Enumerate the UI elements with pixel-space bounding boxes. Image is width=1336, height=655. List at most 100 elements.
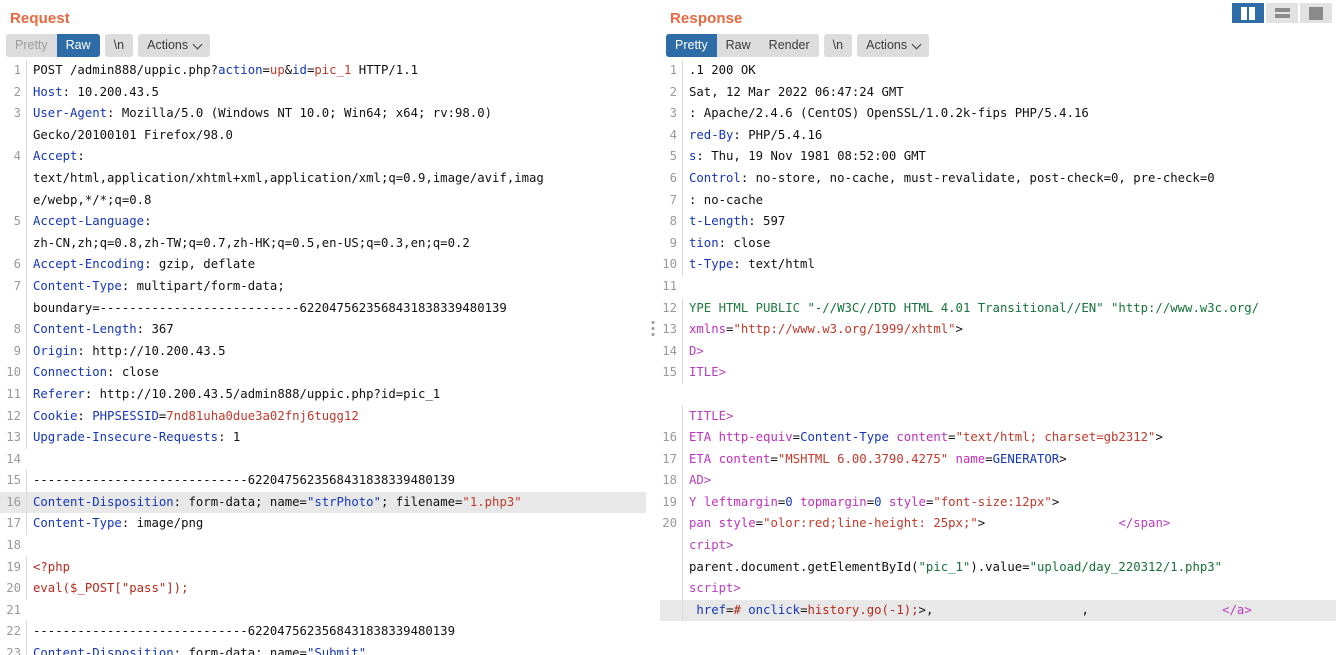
line-text: : no-cache: [682, 189, 1336, 212]
line-number: 16: [6, 494, 21, 509]
request-code-area[interactable]: 1 POST /admin888/uppic.php?action=up&id=p…: [0, 60, 646, 655]
tab-response-pretty[interactable]: Pretty: [666, 34, 717, 57]
token: : 1: [218, 430, 241, 445]
tab-request-pretty[interactable]: Pretty: [6, 34, 57, 57]
code-line: 11 Referer: http://10.200.43.5/admin888/u…: [0, 383, 646, 406]
request-panel-title: Request: [10, 10, 70, 27]
code-line: boundary=---------------------------6220…: [0, 297, 646, 320]
line-text: Cookie: PHPSESSID=7nd81uha0due3a02fnj6tu…: [26, 405, 646, 428]
code-line: 16 Content-Disposition: form-data; name="…: [0, 491, 646, 514]
token: up: [269, 63, 285, 77]
response-newline-toggle[interactable]: \n: [823, 34, 853, 57]
token: : multipart/form-data;: [121, 278, 285, 293]
token: : PHP/5.4.16: [733, 127, 823, 142]
line-number: 19: [6, 559, 21, 574]
code-line: 13 Upgrade-Insecure-Requests: 1: [0, 427, 646, 449]
token: POST /admin888/uppic.php?: [33, 63, 219, 77]
token: <?php: [33, 559, 71, 574]
response-panel: Response Pretty Raw Render \n Actions 1.…: [660, 0, 1336, 655]
request-actions-label: Actions: [147, 38, 189, 52]
token: =: [985, 451, 993, 466]
response-actions-label: Actions: [866, 38, 908, 52]
code-line: 19 <?php: [0, 556, 646, 579]
token: Accept: [33, 149, 78, 164]
line-number: 6: [669, 170, 677, 185]
token: action: [218, 63, 263, 77]
token: Content-Disposition: [33, 494, 174, 509]
line-text: tion: close: [682, 232, 1336, 255]
token: ; filename=: [380, 494, 463, 509]
response-code-area[interactable]: 1 .1 200 OK 2 Sat, 12 Mar 2022 06:47:24 GMT…: [660, 60, 1336, 655]
token: "font-size:12px": [933, 494, 1052, 509]
token: Control: [689, 170, 741, 185]
line-number: 3: [669, 106, 677, 121]
line-number: 5: [13, 214, 21, 229]
line-number: 18: [6, 538, 21, 553]
token: : close: [718, 235, 771, 250]
panel-split-handle[interactable]: [646, 0, 660, 655]
code-line: 5 s: Thu, 19 Nov 1981 08:52:00 GMT: [660, 146, 1336, 168]
token: =: [262, 63, 270, 77]
request-code-lines: 1 POST /admin888/uppic.php?action=up&id=p…: [0, 60, 646, 655]
code-line: 3 : Apache/2.4.6 (CentOS) OpenSSL/1.0.2k-…: [660, 103, 1336, 125]
line-text: User-Agent: Mozilla/5.0 (Windows NT 10.0…: [26, 103, 646, 125]
token: </a>: [1222, 602, 1252, 617]
response-actions-button[interactable]: Actions: [857, 34, 930, 57]
line-text: text/html,application/xhtml+xml,applicat…: [26, 167, 646, 190]
token: id: [292, 63, 307, 77]
request-actions-button[interactable]: Actions: [138, 34, 211, 57]
code-line: href=# onclick=history.go(-1);>, , </a>: [660, 599, 1336, 622]
token: Content-Type: [33, 516, 122, 531]
line-number: 10: [662, 257, 677, 272]
line-text: xmlns="http://www.w3.org/1999/xhtml">: [682, 319, 1336, 341]
line-text: s: Thu, 19 Nov 1981 08:52:00 GMT: [682, 146, 1336, 168]
tab-request-raw[interactable]: Raw: [56, 34, 100, 57]
token: : text/html: [733, 257, 815, 272]
line-text: : Apache/2.4.6 (CentOS) OpenSSL/1.0.2k-f…: [682, 103, 1336, 125]
code-line: 23 Content-Disposition: form-data; name="…: [0, 643, 646, 655]
token: : Thu, 19 Nov 1981 08:52:00 GMT: [696, 149, 926, 164]
layout-split-horizontal-button[interactable]: [1266, 3, 1298, 23]
line-number: 13: [6, 430, 21, 445]
code-line: 15 ITLE>: [660, 362, 1336, 384]
line-number: 7: [13, 278, 21, 293]
line-text: .1 200 OK: [682, 60, 1336, 82]
tab-response-render[interactable]: Render: [759, 34, 819, 57]
token: HTTP/1.1: [351, 63, 419, 77]
code-line: 12 Cookie: PHPSESSID=7nd81uha0due3a02fnj6…: [0, 405, 646, 428]
line-number: 19: [662, 494, 677, 509]
line-text: ETA content="MSHTML 6.00.3790.4275" name…: [682, 448, 1336, 471]
request-toolbar: Pretty Raw \n Actions: [0, 34, 646, 57]
token: :: [77, 149, 85, 164]
code-line: e/webp,*/*;q=0.8: [0, 189, 646, 212]
request-panel: Request Pretty Raw \n Actions 1 POST /adm…: [0, 0, 646, 655]
line-number: 10: [6, 365, 21, 380]
line-text: Connection: close: [26, 362, 646, 384]
code-line: 14 D>: [660, 340, 1336, 363]
line-number: 6: [13, 257, 21, 272]
token: =: [770, 451, 778, 466]
token: text/html,application/xhtml+xml,applicat…: [33, 170, 544, 185]
token: PHPSESSID: [92, 408, 159, 423]
line-text: Sat, 12 Mar 2022 06:47:24 GMT: [682, 81, 1336, 104]
tab-response-raw[interactable]: Raw: [716, 34, 760, 57]
token: onclick: [748, 602, 801, 617]
code-line: 2 Sat, 12 Mar 2022 06:47:24 GMT: [660, 81, 1336, 104]
request-newline-toggle[interactable]: \n: [104, 34, 134, 57]
token: history.go(-1);: [807, 602, 919, 617]
token: pan: [689, 516, 719, 531]
token: tion: [689, 235, 719, 250]
line-number: 3: [13, 106, 21, 121]
line-text: t-Type: text/html: [682, 254, 1336, 276]
token: "Submit": [306, 646, 367, 655]
code-line: 1 .1 200 OK: [660, 60, 1336, 82]
layout-split-vertical-button[interactable]: [1232, 3, 1264, 23]
split-handle-grip-icon: [651, 321, 655, 336]
single-pane-icon: [1309, 6, 1323, 20]
layout-single-pane-button[interactable]: [1300, 3, 1332, 23]
token: "text/html; charset=gb2312": [955, 430, 1156, 445]
